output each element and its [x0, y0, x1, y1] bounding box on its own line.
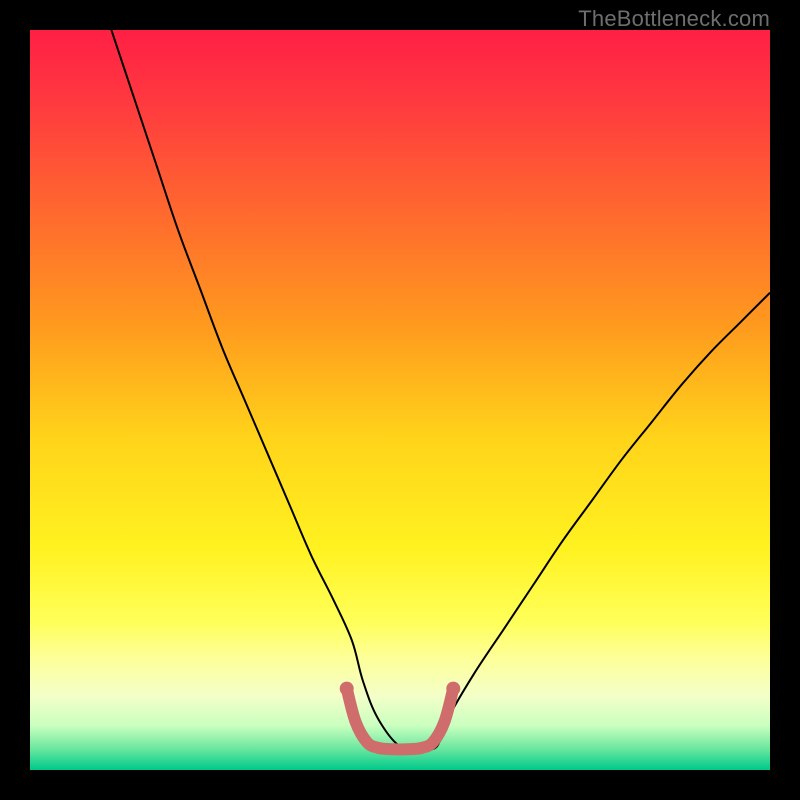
bottleneck-curve — [111, 30, 770, 749]
plot-area — [30, 30, 770, 770]
valley-highlight — [347, 689, 454, 750]
curve-layer — [30, 30, 770, 770]
valley-marker-right — [446, 682, 460, 696]
watermark-text: TheBottleneck.com — [578, 6, 770, 32]
chart-frame: TheBottleneck.com — [0, 0, 800, 800]
valley-marker-left — [340, 682, 354, 696]
